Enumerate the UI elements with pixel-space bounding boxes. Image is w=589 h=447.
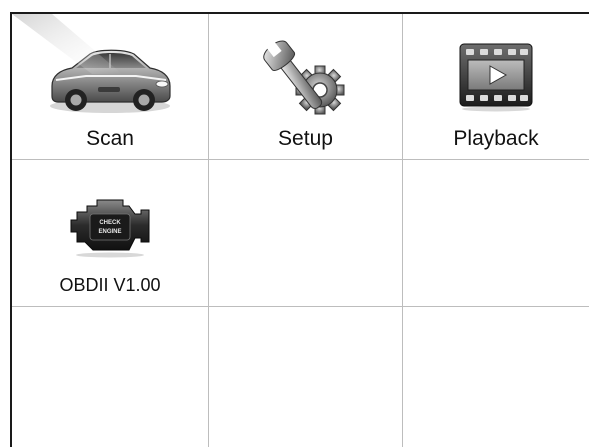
car-icon: [50, 49, 171, 113]
wrench-gear-icon: [262, 39, 344, 115]
setup-label: Setup: [278, 127, 333, 150]
obdii-tile[interactable]: CHECK ENGINE OBDII V1.00: [12, 160, 209, 307]
main-menu-screen: Scan Setup Playback CHECK ENGINE OBDII V…: [10, 12, 589, 447]
playback-label: Playback: [453, 127, 539, 150]
empty-tile: [12, 307, 209, 447]
setup-tile[interactable]: Setup: [209, 14, 403, 160]
empty-tile: [209, 160, 403, 307]
empty-tile: [403, 160, 589, 307]
check-engine-icon: CHECK ENGINE: [70, 199, 150, 258]
scan-tile[interactable]: Scan: [12, 14, 209, 160]
playback-tile[interactable]: Playback: [403, 14, 589, 160]
scan-label: Scan: [86, 127, 134, 150]
check-engine-text: CHECK: [99, 220, 121, 226]
film-play-icon: [459, 43, 533, 112]
empty-tile: [403, 307, 589, 447]
obdii-label: OBDII V1.00: [59, 275, 161, 295]
menu-grid: Scan Setup Playback CHECK ENGINE OBDII V…: [12, 14, 589, 447]
check-engine-text-2: ENGINE: [98, 229, 121, 235]
empty-tile: [209, 307, 403, 447]
